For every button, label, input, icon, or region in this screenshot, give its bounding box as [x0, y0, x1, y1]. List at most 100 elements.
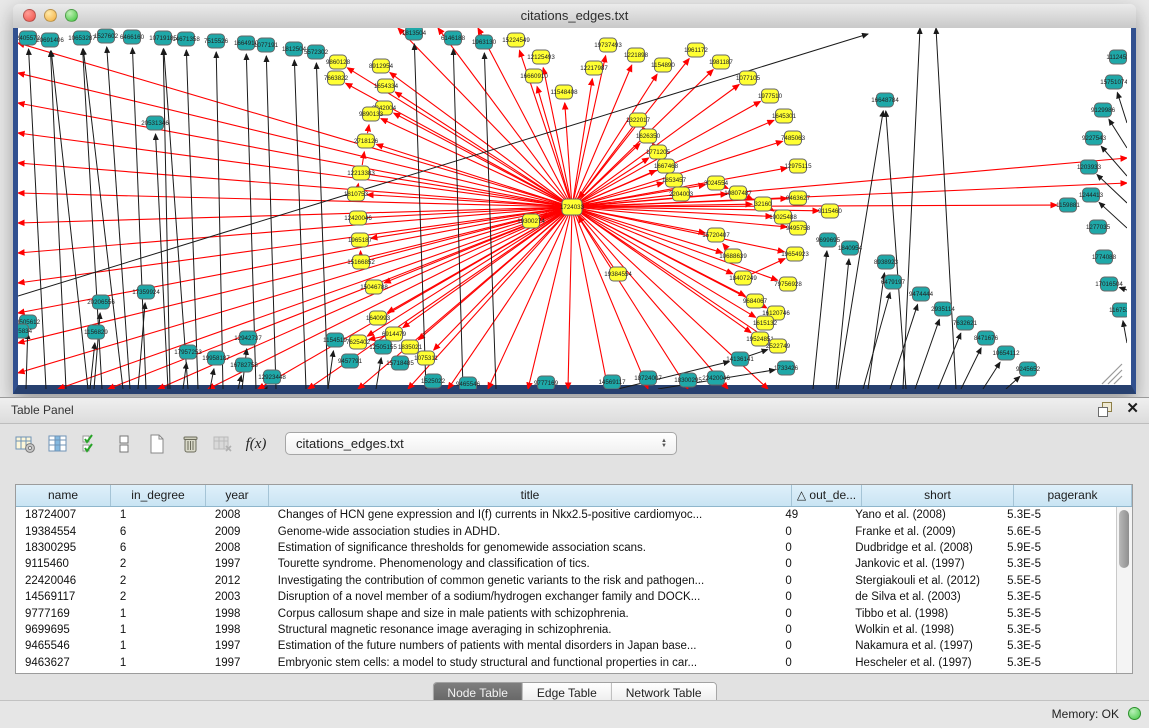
graph-edge[interactable] — [936, 28, 956, 389]
table-cell[interactable]: 9699695 — [16, 624, 111, 636]
graph-edge[interactable] — [750, 259, 785, 275]
column-header-in-degree[interactable]: in_degree — [111, 485, 206, 506]
table-cell[interactable]: 1998 — [206, 624, 269, 636]
table-cell[interactable]: 5.3E-5 — [998, 657, 1116, 669]
close-panel-icon[interactable]: ✕ — [1126, 402, 1139, 416]
table-cell[interactable]: 9465546 — [16, 640, 111, 652]
table-cell[interactable]: 2 — [111, 591, 206, 603]
table-cell[interactable]: 5.3E-5 — [998, 640, 1116, 652]
float-panel-icon[interactable] — [1098, 402, 1112, 416]
table-cell[interactable]: Tibbo et al. (1998) — [846, 608, 998, 620]
graph-edge[interactable] — [18, 43, 564, 205]
table-cell[interactable]: 6 — [111, 526, 206, 538]
table-row[interactable]: 969969511998Structural magnetic resonanc… — [16, 622, 1116, 638]
table-cell[interactable]: de Silva et al. (2003) — [846, 591, 998, 603]
graph-edge[interactable] — [488, 214, 569, 389]
graph-edge[interactable] — [1006, 376, 1020, 389]
table-cell[interactable]: 0 — [776, 591, 846, 603]
graph-edge[interactable] — [836, 259, 849, 389]
graph-edge[interactable] — [868, 273, 884, 389]
table-cell[interactable]: 5.3E-5 — [998, 608, 1116, 620]
graph-edge[interactable] — [51, 51, 66, 389]
table-cell[interactable]: 1997 — [206, 558, 269, 570]
table-cell[interactable]: 2 — [111, 575, 206, 587]
table-row[interactable]: 977716911998Corpus callosum shape and si… — [16, 605, 1116, 621]
table-cell[interactable]: 1 — [111, 640, 206, 652]
table-cell[interactable]: Embryonic stem cells: a model to study s… — [269, 657, 777, 669]
graph-edge[interactable] — [580, 209, 723, 252]
table-row[interactable]: 1938455462009Genome-wide association stu… — [16, 523, 1116, 539]
table-cell[interactable]: Disruption of a novel member of a sodium… — [269, 591, 777, 603]
table-cell[interactable]: Dudbridge et al. (2008) — [846, 542, 998, 554]
graph-edge[interactable] — [1123, 321, 1127, 343]
table-cell[interactable]: 2 — [111, 558, 206, 570]
table-cell[interactable]: Investigating the contribution of common… — [269, 575, 777, 587]
graph-edge[interactable] — [574, 215, 608, 389]
table-row[interactable]: 1830029562008Estimation of significance … — [16, 540, 1116, 556]
table-cell[interactable]: 5.6E-5 — [998, 526, 1116, 538]
graph-edge[interactable] — [1117, 92, 1127, 123]
graph-edge[interactable] — [568, 215, 572, 389]
table-cell[interactable]: 22420046 — [16, 575, 111, 587]
table-cell[interactable]: Wolkin et al. (1998) — [846, 624, 998, 636]
graph-edge[interactable] — [107, 47, 130, 389]
graph-edge[interactable] — [18, 73, 564, 205]
table-cell[interactable]: Tourette syndrome. Phenomenology and cla… — [269, 558, 777, 570]
table-cell[interactable]: 0 — [776, 575, 846, 587]
table-cell[interactable]: 0 — [776, 558, 846, 570]
table-cell[interactable]: 49 — [776, 509, 846, 521]
table-cell[interactable]: 5.3E-5 — [998, 558, 1116, 570]
table-scrollbar[interactable] — [1116, 507, 1132, 673]
table-cell[interactable]: Franke et al. (2009) — [846, 526, 998, 538]
table-cell[interactable]: 0 — [776, 657, 846, 669]
graph-edge[interactable] — [453, 49, 463, 389]
table-cell[interactable]: Yano et al. (2008) — [846, 509, 998, 521]
table-cell[interactable]: 1 — [111, 608, 206, 620]
column-header-out-degree[interactable]: △ out_de... — [792, 485, 862, 506]
table-cell[interactable]: Corpus callosum shape and size in male p… — [269, 608, 777, 620]
table-cell[interactable]: 1998 — [206, 608, 269, 620]
table-cell[interactable]: 0 — [776, 608, 846, 620]
graph-edge[interactable] — [863, 293, 890, 389]
resize-grip-icon[interactable] — [1102, 364, 1122, 384]
graph-edge[interactable] — [578, 144, 640, 202]
table-cell[interactable]: Changes of HCN gene expression and I(f) … — [269, 509, 777, 521]
graph-edge[interactable] — [238, 376, 241, 389]
graph-edge[interactable] — [294, 60, 306, 389]
graph-edge[interactable] — [18, 209, 564, 343]
table-cell[interactable]: 1 — [111, 509, 206, 521]
window-titlebar[interactable]: citations_edges.txt — [13, 4, 1136, 29]
table-cell[interactable]: 2012 — [206, 575, 269, 587]
graph-edge[interactable] — [576, 214, 688, 389]
table-select-dropdown[interactable]: citations_edges.txt ▲▼ — [285, 432, 677, 455]
table-cell[interactable]: Estimation of significance thresholds fo… — [269, 542, 777, 554]
graph-edge[interactable] — [108, 210, 565, 389]
table-cell[interactable]: 19384554 — [16, 526, 111, 538]
table-cell[interactable]: 5.9E-5 — [998, 542, 1116, 554]
column-header-name[interactable]: name — [16, 485, 111, 506]
table-cell[interactable]: 5.3E-5 — [998, 591, 1116, 603]
table-row[interactable]: 1456911722003Disruption of a novel membe… — [16, 589, 1116, 605]
table-cell[interactable]: 0 — [776, 526, 846, 538]
table-row[interactable]: 946554611997Estimation of the future num… — [16, 638, 1116, 654]
graph-edge[interactable] — [983, 362, 1000, 389]
table-row[interactable]: 946362711997Embryonic stem cells: a mode… — [16, 655, 1116, 671]
show-columns-button[interactable] — [47, 433, 69, 455]
table-cell[interactable]: 2008 — [206, 542, 269, 554]
table-cell[interactable]: Genome-wide association studies in ADHD. — [269, 526, 777, 538]
function-builder-button[interactable]: f(x) — [245, 433, 267, 455]
graph-edge[interactable] — [903, 28, 920, 389]
table-cell[interactable]: 0 — [776, 640, 846, 652]
table-cell[interactable]: Structural magnetic resonance image aver… — [269, 624, 777, 636]
select-columns-button[interactable] — [80, 433, 102, 455]
create-table-button[interactable] — [146, 433, 168, 455]
graph-edge[interactable] — [938, 333, 961, 389]
table-cell[interactable]: Hescheler et al. (1997) — [846, 657, 998, 669]
graph-edge[interactable] — [574, 56, 606, 199]
graph-edge[interactable] — [328, 351, 333, 389]
table-cell[interactable]: 5.5E-5 — [998, 575, 1116, 587]
row-height-button[interactable] — [113, 433, 135, 455]
table-cell[interactable]: 2003 — [206, 591, 269, 603]
graph-edge[interactable] — [362, 152, 364, 165]
graph-edge[interactable] — [183, 363, 187, 389]
